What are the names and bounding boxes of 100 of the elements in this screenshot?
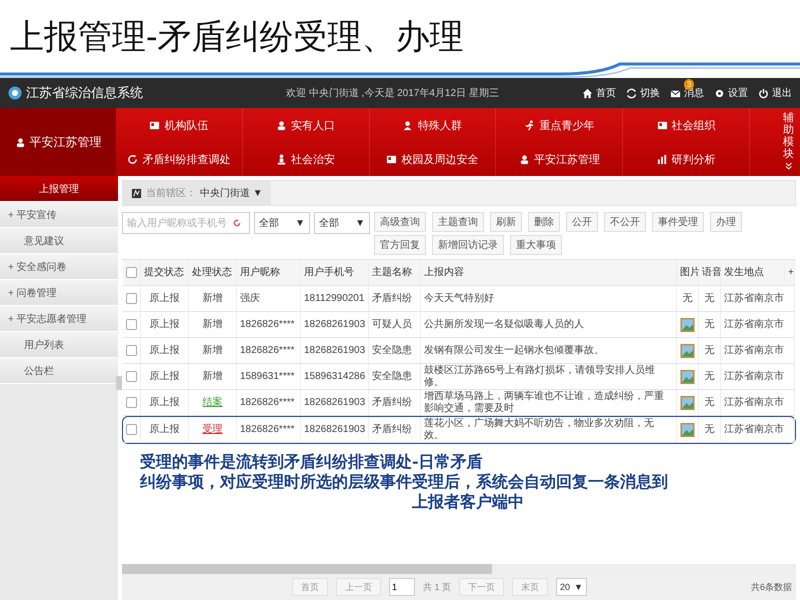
- collapse-handle[interactable]: [116, 376, 122, 390]
- toolbar-button[interactable]: 主题查询: [432, 212, 484, 232]
- table-cell: 1826826****: [237, 338, 301, 364]
- table-cell: 江苏省南京市: [721, 364, 795, 390]
- page-size-dropdown[interactable]: 20 ▼: [556, 578, 587, 596]
- table-row[interactable]: 原上报 受理 1826826**** 18268261903 矛盾纠纷 莲花小区，广场舞大妈不听劝告，物业多次劝阻，无效。 无 江苏省南京市: [122, 416, 796, 444]
- toolbar-button[interactable]: 重大事项: [510, 235, 562, 255]
- sidebar-item[interactable]: + 问卷管理: [0, 280, 118, 306]
- photo-thumbnail-icon[interactable]: [680, 394, 695, 410]
- table-row[interactable]: 原上报 新增 1826826**** 18268261903 可疑人员 公共厕所发现一名疑似吸毒人员的人 无 江苏省南京市: [122, 312, 796, 338]
- nav-item[interactable]: 社会组织: [623, 108, 750, 142]
- person-icon: [518, 154, 530, 164]
- nav-item[interactable]: 研判分析: [623, 142, 750, 176]
- aux-module-label[interactable]: 辅助模块: [783, 112, 794, 160]
- toolbar-button[interactable]: 新增回访记录: [432, 235, 504, 255]
- total-pages: 共 1 页: [423, 580, 452, 594]
- table-cell: 安全隐患: [369, 338, 421, 364]
- toolbar-button[interactable]: 公开: [566, 212, 598, 232]
- toolbar-button[interactable]: 删除: [528, 212, 560, 232]
- id-card-icon: [656, 120, 668, 130]
- column-header: 用户昵称: [237, 260, 301, 286]
- page-input[interactable]: 1: [389, 578, 415, 596]
- header-link[interactable]: 首页: [582, 86, 616, 100]
- toolbar-button[interactable]: 不公开: [604, 212, 646, 232]
- sidebar-item[interactable]: + 平安志愿者管理: [0, 306, 118, 332]
- row-checkbox[interactable]: [126, 293, 137, 304]
- column-header: 发生地点: [721, 260, 785, 286]
- nav-item[interactable]: 实有人口: [242, 108, 370, 142]
- table-row[interactable]: 原上报 新增 1826826**** 18268261903 安全隐患 发钢有限公司发生一起钢水包倾覆事故。 无 江苏省南京市: [122, 338, 796, 364]
- header-link[interactable]: 设置: [714, 86, 748, 100]
- table-cell: 强庆: [237, 286, 301, 312]
- table-cell: 18268261903: [301, 390, 369, 416]
- bar-chart-icon: [656, 154, 668, 164]
- table-cell: 原上报: [141, 286, 189, 312]
- expand-icon[interactable]: »: [784, 162, 796, 170]
- nav-item[interactable]: 特殊人群: [370, 108, 496, 142]
- table-cell: 18112990201: [301, 286, 369, 312]
- row-checkbox[interactable]: [126, 319, 137, 330]
- table-cell: 公共厕所发现一名疑似吸毒人员的人: [421, 312, 677, 338]
- table-cell: 1589631****: [237, 364, 301, 390]
- sidebar-item[interactable]: 公告栏: [0, 358, 118, 384]
- scrollbar-thumb[interactable]: [122, 564, 492, 574]
- row-checkbox[interactable]: [126, 397, 137, 408]
- status-text: 新增: [202, 318, 222, 330]
- table-cell: 无: [699, 338, 721, 364]
- nav-item[interactable]: 矛盾纠纷排查调处: [116, 142, 243, 176]
- header-link[interactable]: 切换: [626, 86, 660, 100]
- nav-item[interactable]: 平安江苏管理: [496, 142, 624, 176]
- row-checkbox[interactable]: [126, 345, 137, 356]
- table-row[interactable]: 原上报 结案 1826826**** 18268261903 矛盾纠纷 增西草场马路上，两辆车谁也不让谁，造成纠纷，严重影响交通，需要及时 无 江苏省南京市: [122, 390, 796, 416]
- table-cell: 无: [699, 286, 721, 312]
- toolbar-button[interactable]: 办理: [710, 212, 742, 232]
- photo-thumbnail-icon[interactable]: [680, 422, 695, 438]
- sidebar-item[interactable]: + 平安宣传: [0, 202, 118, 228]
- photo-thumbnail-icon[interactable]: [680, 342, 695, 358]
- swap-icon: [626, 88, 637, 98]
- nav-item[interactable]: 社会治安: [242, 142, 370, 176]
- row-checkbox[interactable]: [126, 371, 137, 382]
- power-icon: [758, 88, 769, 98]
- toolbar-button[interactable]: 刷新: [490, 212, 522, 232]
- table-cell: 无: [699, 312, 721, 338]
- filter-dropdown[interactable]: 全部 ▼: [314, 212, 370, 234]
- sidebar-item[interactable]: 用户列表: [0, 332, 118, 358]
- table-cell: 今天天气特别好: [421, 286, 677, 312]
- photo-thumbnail-icon[interactable]: [680, 368, 695, 384]
- row-checkbox[interactable]: [126, 424, 137, 435]
- photo-thumbnail-icon[interactable]: [680, 316, 695, 332]
- table-cell: 无: [699, 390, 721, 416]
- table-cell: 18268261903: [301, 338, 369, 364]
- nav-item[interactable]: 机构队伍: [116, 108, 243, 142]
- table-cell: 增西草场马路上，两辆车谁也不让谁，造成纠纷，严重影响交通，需要及时: [421, 390, 677, 416]
- table-row[interactable]: 原上报 新增 1589631**** 15896314286 安全隐患 鼓楼区江苏路65号上有路灯损坏，请领导安排人员维修。 无 江苏省南京市: [122, 364, 796, 390]
- column-header: 主题名称: [369, 260, 421, 286]
- table-cell: 1826826****: [237, 312, 301, 338]
- id-card-icon: [386, 154, 398, 164]
- toolbar-button[interactable]: 官方回复: [374, 235, 426, 255]
- nav-item[interactable]: 校园及周边安全: [370, 142, 496, 176]
- status-text: 新增: [202, 370, 222, 382]
- sidebar-item[interactable]: 上报管理: [0, 176, 118, 202]
- toolbar-button[interactable]: 高级查询: [374, 212, 426, 232]
- toolbar-button[interactable]: 事件受理: [652, 212, 704, 232]
- logo-icon: [8, 86, 22, 100]
- filter-dropdown[interactable]: 全部 ▼: [254, 212, 310, 234]
- runner-icon: [524, 120, 536, 130]
- select-all-checkbox[interactable]: [126, 267, 137, 278]
- table-cell: 1826826****: [237, 390, 301, 416]
- table-cell: 原上报: [141, 390, 189, 416]
- table-row[interactable]: 原上报 新增 强庆 18112990201 矛盾纠纷 今天天气特别好 无 无 江苏省南京市: [122, 286, 796, 312]
- table-cell: 莲花小区，广场舞大妈不听劝告，物业多次劝阻，无效。: [421, 417, 677, 443]
- table-cell: 18268261903: [301, 312, 369, 338]
- sidebar-item[interactable]: + 安全感问卷: [0, 254, 118, 280]
- nav-current-module[interactable]: 平安江苏管理: [0, 108, 116, 176]
- header-link[interactable]: 退出: [758, 86, 792, 100]
- nav-item[interactable]: 重点青少年: [496, 108, 624, 142]
- table-cell: 江苏省南京市: [721, 417, 795, 443]
- id-card-icon: [149, 120, 160, 130]
- figure-icon: [276, 154, 288, 164]
- table-cell: 江苏省南京市: [721, 286, 795, 312]
- status-link[interactable]: 受理: [202, 424, 222, 436]
- sidebar-item[interactable]: 意见建议: [0, 228, 118, 254]
